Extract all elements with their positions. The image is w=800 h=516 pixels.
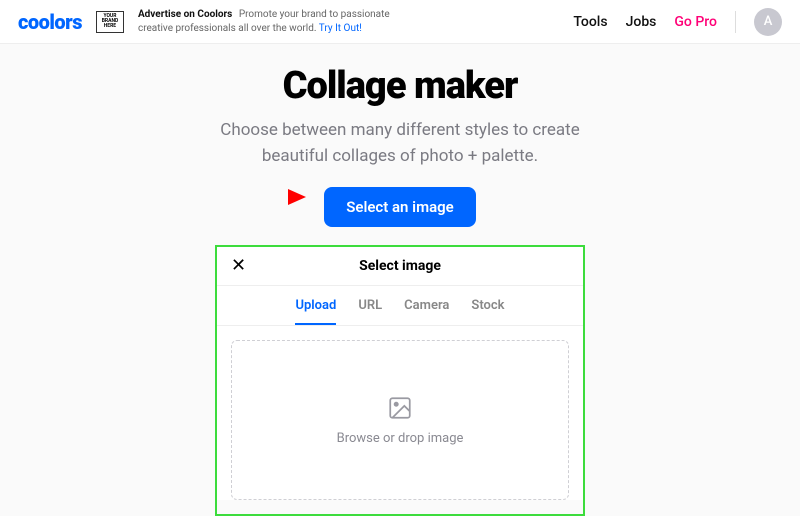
logo[interactable]: coolors	[18, 10, 82, 34]
image-icon	[387, 395, 413, 421]
avatar[interactable]: A	[754, 8, 782, 36]
page-title: Collage maker	[0, 64, 800, 108]
tab-camera[interactable]: Camera	[404, 298, 449, 325]
select-image-modal: ✕ Select image Upload URL Camera Stock B…	[217, 247, 583, 500]
main-content: Collage maker Choose between many differ…	[0, 44, 800, 516]
annotation-arrow-icon	[228, 185, 308, 209]
tab-url[interactable]: URL	[358, 298, 382, 325]
subtitle-line1: Choose between many different styles to …	[220, 120, 579, 140]
dropzone-text: Browse or drop image	[337, 431, 464, 446]
promo-badge-icon[interactable]: YOUR BRAND HERE	[96, 11, 124, 33]
promo-title: Advertise on Coolors	[138, 9, 232, 20]
header-divider	[735, 11, 736, 33]
nav-tools[interactable]: Tools	[573, 14, 607, 30]
subtitle-line2: beautiful collages of photo + palette.	[262, 146, 538, 166]
modal-tabs: Upload URL Camera Stock	[217, 286, 583, 326]
modal-title: Select image	[217, 258, 583, 274]
header-right: Tools Jobs Go Pro A	[573, 8, 782, 36]
modal-header: ✕ Select image	[217, 247, 583, 286]
nav-go-pro[interactable]: Go Pro	[674, 14, 717, 30]
page-subtitle: Choose between many different styles to …	[0, 118, 800, 169]
header-left: coolors YOUR BRAND HERE Advertise on Coo…	[18, 8, 418, 35]
dropzone[interactable]: Browse or drop image	[231, 340, 569, 500]
modal-highlight: ✕ Select image Upload URL Camera Stock B…	[215, 245, 585, 516]
nav-jobs[interactable]: Jobs	[626, 14, 657, 30]
tab-stock[interactable]: Stock	[471, 298, 504, 325]
promo-cta-link[interactable]: Try It Out!	[319, 23, 362, 34]
promo-text: Advertise on Coolors Promote your brand …	[138, 8, 418, 35]
top-header: coolors YOUR BRAND HERE Advertise on Coo…	[0, 0, 800, 44]
tab-upload[interactable]: Upload	[295, 298, 336, 325]
select-image-button[interactable]: Select an image	[324, 187, 476, 227]
